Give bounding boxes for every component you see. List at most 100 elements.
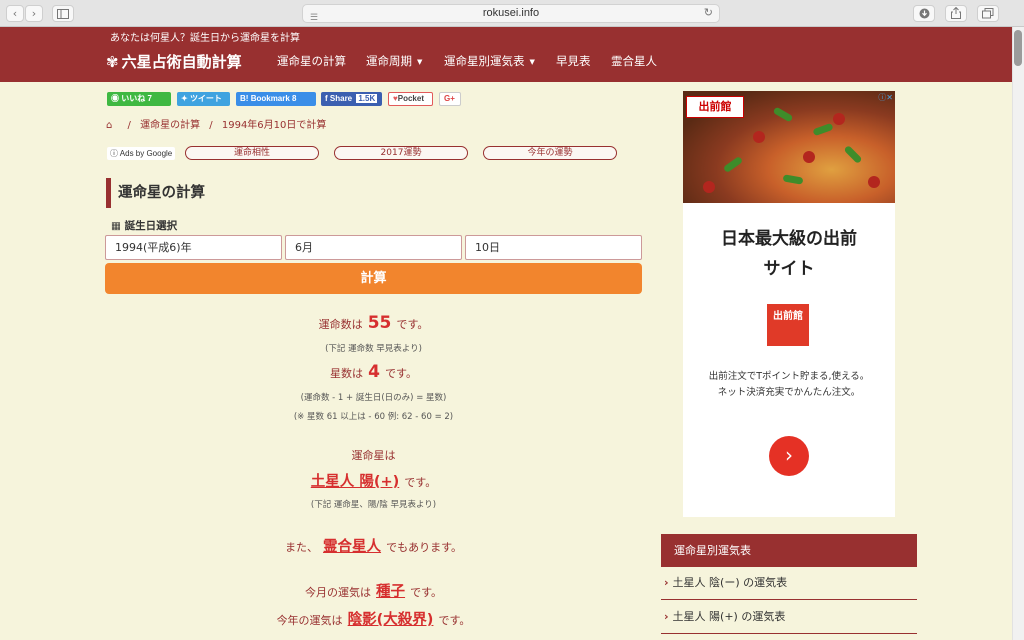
caret-down-icon: ▼	[529, 57, 535, 66]
nav-label: 運命周期	[366, 54, 412, 68]
nav-item-calc[interactable]: 運命星の計算	[277, 53, 346, 69]
widget-item-label: 土星人 陰(ー) の運気表	[672, 576, 788, 589]
pocket-button[interactable]: ♥Pocket	[388, 92, 433, 106]
share-count: 1.5K	[356, 94, 378, 103]
nav-item-cycle[interactable]: 運命周期 ▼	[366, 53, 422, 69]
bookmark-label: Bookmark	[250, 94, 290, 103]
twitter-icon: ✦	[181, 94, 190, 103]
display-ad[interactable]: 出前館 ⓘ✕ 日本最大級の出前 サイト 出前館 出前注文でTポイント貯まる,使え…	[683, 91, 895, 517]
year-fortune-line: 今年の運気は 陰影(大殺界) です。	[105, 608, 642, 629]
star-label: 運命星は	[351, 449, 396, 462]
nav-label: 運命星別運気表	[444, 54, 525, 68]
unmei-note: (下記 運命数 早見表より)	[325, 344, 422, 354]
breadcrumb-item-calc[interactable]: 運命星の計算	[140, 120, 200, 131]
star-line: 土星人 陽(+) です。	[105, 470, 642, 491]
ads-by-label: Ads by Google	[119, 149, 173, 158]
back-button[interactable]: ‹	[6, 5, 24, 22]
nav-item-reigou[interactable]: 霊合星人	[611, 53, 657, 69]
year-select[interactable]: 1994(平成6)年	[105, 235, 282, 260]
download-icon[interactable]	[913, 5, 935, 22]
caret-down-icon: ▼	[417, 57, 423, 66]
birthdate-label-text: 誕生日選択	[124, 220, 178, 232]
birthdate-label: ▦ 誕生日選択	[111, 218, 177, 233]
month-fortune-link[interactable]: 種子	[376, 584, 405, 600]
ad-link-this-year[interactable]: 今年の運勢	[483, 146, 617, 160]
widget-item-doseijin-in[interactable]: › 土星人 陰(ー) の運気表	[661, 567, 917, 600]
ad-title-line2: サイト	[763, 259, 815, 279]
site-header: あなたは何星人？誕生日から運命星を計算 ✾ 六星占術自動計算 運命星の計算 運命周…	[0, 27, 1012, 82]
unmei-value: 55	[367, 313, 392, 333]
ad-title-line1: 日本最大級の出前	[721, 229, 857, 249]
reigou-prefix: また、	[284, 541, 318, 554]
sei-limit-note: (※ 星数 61 以上は - 60 例: 62 - 60 = 2)	[293, 412, 454, 422]
widget-heading: 運命星別運気表	[661, 534, 917, 567]
unmei-prefix: 運命数は	[318, 318, 363, 331]
unmei-suffix: です。	[396, 318, 429, 331]
year-fortune-link[interactable]: 陰影(大殺界)	[348, 612, 434, 628]
adchoices-icon[interactable]: ⓘ✕	[878, 92, 893, 103]
bookmark-count: 8	[292, 94, 297, 103]
year-suffix: です。	[438, 614, 471, 627]
scrollbar-thumb[interactable]	[1014, 30, 1022, 66]
star-value-link[interactable]: 土星人 陽(+)	[311, 474, 399, 490]
flower-icon: ✾	[106, 53, 119, 71]
nav-item-fortune-table[interactable]: 運命星別運気表 ▼	[444, 53, 535, 69]
year-prefix: 今年の運気は	[276, 614, 343, 627]
share-icon[interactable]	[945, 5, 967, 22]
reload-icon[interactable]: ↻	[704, 5, 713, 22]
ad-text-line1: 出前注文でTポイント貯まる,使える。	[708, 371, 870, 382]
tweet-button[interactable]: ✦ ツイート	[177, 92, 230, 106]
breadcrumb: ⌂ / 運命星の計算 / 1994年6月10日で計算	[106, 116, 326, 131]
line-like-button[interactable]: ◉ いいね 7	[107, 92, 171, 106]
tweet-label: ツイート	[189, 94, 222, 103]
widget-item-label: 土星人 陽(+) の運気表	[672, 610, 786, 623]
scrollbar[interactable]	[1012, 27, 1024, 640]
widget-item-doseijin-you[interactable]: › 土星人 陽(+) の運気表	[661, 601, 917, 634]
calculate-button[interactable]: 計算	[105, 263, 642, 294]
tabs-icon[interactable]	[977, 5, 999, 22]
month-select[interactable]: 6月	[285, 235, 462, 260]
ad-description: 出前注文でTポイント貯まる,使える。 ネット決済充実でかんたん注文。	[683, 369, 895, 401]
star-note: (下記 運命星、陽/陰 早見表より)	[310, 500, 437, 510]
ad-arrow-button[interactable]: ›	[769, 436, 809, 476]
ad-title: 日本最大級の出前 サイト	[683, 224, 895, 284]
ad-text-line2: ネット決済充実でかんたん注文。	[717, 387, 861, 398]
pocket-label: Pocket	[397, 94, 424, 103]
site-logo[interactable]: ✾ 六星占術自動計算	[106, 51, 242, 72]
day-select[interactable]: 10日	[465, 235, 642, 260]
facebook-share-button[interactable]: f Share 1.5K	[321, 92, 382, 106]
info-icon: ⓘ	[110, 149, 120, 158]
home-icon[interactable]: ⌂	[106, 120, 112, 131]
ad-link-2017[interactable]: 2017運勢	[334, 146, 468, 160]
hatena-bookmark-button[interactable]: B! Bookmark 8	[236, 92, 316, 106]
month-suffix: です。	[410, 586, 443, 599]
month-prefix: 今月の運気は	[304, 586, 371, 599]
breadcrumb-item-current: 1994年6月10日で計算	[221, 120, 327, 131]
sidebar-toggle-icon[interactable]	[52, 5, 74, 22]
ads-by-google[interactable]: ⓘ Ads by Google	[107, 147, 176, 160]
google-plus-button[interactable]: G+	[439, 92, 461, 106]
chevron-right-icon: ›	[664, 610, 669, 623]
browser-toolbar: ‹ › ☰ rokusei.info ↻	[0, 0, 1024, 27]
pizza-photo: 出前館	[683, 91, 895, 203]
line-label: いいね 7	[121, 94, 152, 103]
line-icon: ◉	[111, 94, 122, 103]
ad-app-icon: 出前館	[767, 304, 809, 346]
sei-prefix: 星数は	[330, 367, 364, 380]
ad-brand-logo: 出前館	[686, 96, 744, 118]
hatena-icon: B!	[240, 94, 249, 103]
site-tagline: あなたは何星人？誕生日から運命星を計算	[110, 33, 300, 44]
forward-button[interactable]: ›	[25, 5, 43, 22]
share-label: Share	[329, 94, 353, 103]
month-fortune-line: 今月の運気は 種子 です。	[105, 580, 642, 601]
ad-link-compat[interactable]: 運命相性	[185, 146, 319, 160]
page-title: 運命星の計算	[106, 178, 205, 208]
sei-formula-note: (運命数 - 1 + 誕生日(日のみ) = 星数)	[300, 393, 447, 403]
reader-icon[interactable]: ☰	[310, 9, 318, 26]
reigou-suffix: でもあります。	[386, 541, 463, 554]
chevron-right-icon: ›	[664, 576, 669, 589]
nav-item-quick-table[interactable]: 早見表	[556, 53, 591, 69]
reigou-line: また、 霊合星人 でもあります。	[105, 535, 642, 556]
reigou-link[interactable]: 霊合星人	[323, 539, 381, 555]
address-bar[interactable]: ☰ rokusei.info ↻	[302, 4, 720, 23]
